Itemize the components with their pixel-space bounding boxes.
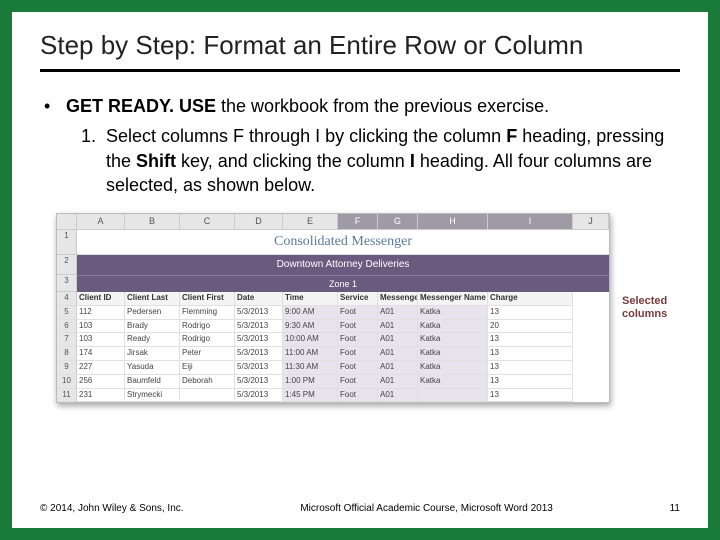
bullet-marker: • — [40, 94, 66, 118]
bullet-text: GET READY. USE the workbook from the pre… — [66, 94, 680, 118]
content-area: • GET READY. USE the workbook from the p… — [40, 94, 680, 403]
data-rows: 5112PedersenFlemming5/3/20139:00 AMFootA… — [57, 306, 609, 403]
footer-course: Microsoft Official Academic Course, Micr… — [184, 503, 670, 514]
excel-screenshot: ABCDEFGHIJ 1 Consolidated Messenger 2 Do… — [56, 213, 610, 403]
row-number: 2 — [57, 255, 77, 275]
sheet-subtitle: Downtown Attorney Deliveries — [77, 255, 609, 275]
step-number: 1. — [78, 124, 106, 197]
column-headers: ABCDEFGHIJ — [57, 214, 609, 229]
row-number: 3 — [57, 275, 77, 292]
callout-label: Selected columns — [622, 295, 667, 321]
t: Select columns F through I by clicking t… — [106, 126, 506, 146]
slide: Step by Step: Format an Entire Row or Co… — [12, 12, 708, 528]
bullet-item: • GET READY. USE the workbook from the p… — [40, 94, 680, 118]
footer-page-number: 11 — [670, 503, 680, 514]
bullet-rest: the workbook from the previous exercise. — [216, 96, 549, 116]
figure: ABCDEFGHIJ 1 Consolidated Messenger 2 Do… — [40, 213, 680, 403]
header-row: 4Client IDClient LastClient FirstDateTim… — [57, 292, 609, 306]
footer: © 2014, John Wiley & Sons, Inc. Microsof… — [40, 503, 680, 514]
t: Shift — [136, 151, 176, 171]
t: F — [506, 126, 517, 146]
bullet-lead: GET READY. USE — [66, 96, 216, 116]
row-number: 1 — [57, 230, 77, 256]
slide-title: Step by Step: Format an Entire Row or Co… — [40, 30, 680, 72]
footer-copyright: © 2014, John Wiley & Sons, Inc. — [40, 503, 184, 514]
step-1: 1. Select columns F through I by clickin… — [78, 124, 680, 197]
sheet-title: Consolidated Messenger — [77, 230, 609, 256]
sheet-zone: Zone 1 — [77, 275, 609, 292]
t: key, and clicking the column — [176, 151, 410, 171]
step-text: Select columns F through I by clicking t… — [106, 124, 680, 197]
